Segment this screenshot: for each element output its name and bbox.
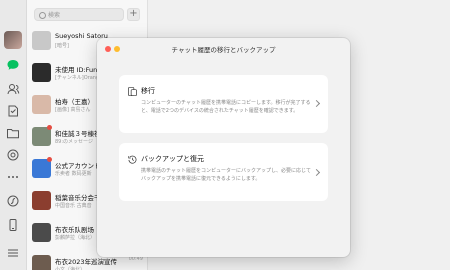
search-input[interactable]: 検索: [34, 8, 124, 21]
avatar: [32, 63, 51, 82]
backup-restore-icon: [128, 155, 137, 164]
avatar: [32, 95, 51, 114]
avatar: [32, 31, 51, 50]
backup-restore-description: 携帯電話のチャット履歴をコンピューターにバックアップし、必要に応じてバックアップ…: [141, 168, 311, 182]
avatar: [32, 255, 51, 270]
chevron-right-icon: [312, 99, 321, 108]
contacts-icon[interactable]: [6, 82, 20, 96]
unread-badge: [47, 157, 52, 162]
unread-badge: [47, 125, 52, 130]
more-icon[interactable]: [6, 170, 20, 184]
menu-icon[interactable]: [6, 246, 20, 260]
avatar[interactable]: [4, 31, 22, 49]
phone-icon[interactable]: [6, 218, 20, 232]
avatar: [32, 223, 51, 242]
favorites-icon[interactable]: [6, 104, 20, 118]
moments-icon[interactable]: [6, 148, 20, 162]
migrate-description: コンピューターのチャット履歴を携帯電話にコピーします。移行が完了すると、電話で2…: [141, 100, 311, 114]
avatar: [32, 191, 51, 210]
migrate-backup-dialog: チャット履歴の移行とバックアップ 移行 コンピューターのチャット履歴を携帯電話に…: [97, 38, 350, 257]
backup-restore-card[interactable]: バックアップと復元 携帯電話のチャット履歴をコンピューターにバックアップし、必要…: [119, 143, 328, 201]
migrate-icon: [128, 87, 137, 96]
search-icon: [39, 12, 46, 19]
backup-restore-title: バックアップと復元: [141, 155, 204, 163]
mini-program-icon[interactable]: [6, 194, 20, 208]
add-button[interactable]: +: [127, 8, 140, 21]
migrate-card[interactable]: 移行 コンピューターのチャット履歴を携帯電話にコピーします。移行が完了すると、電…: [119, 75, 328, 133]
search-placeholder: 検索: [48, 12, 61, 19]
dialog-title: チャット履歴の移行とバックアップ: [171, 46, 276, 54]
chat-icon[interactable]: [6, 58, 20, 72]
chevron-right-icon: [312, 168, 321, 177]
chat-preview: 小文（海北）: [55, 267, 86, 270]
folder-icon[interactable]: [6, 126, 20, 140]
migrate-title: 移行: [141, 87, 155, 95]
left-rail: [0, 0, 27, 270]
